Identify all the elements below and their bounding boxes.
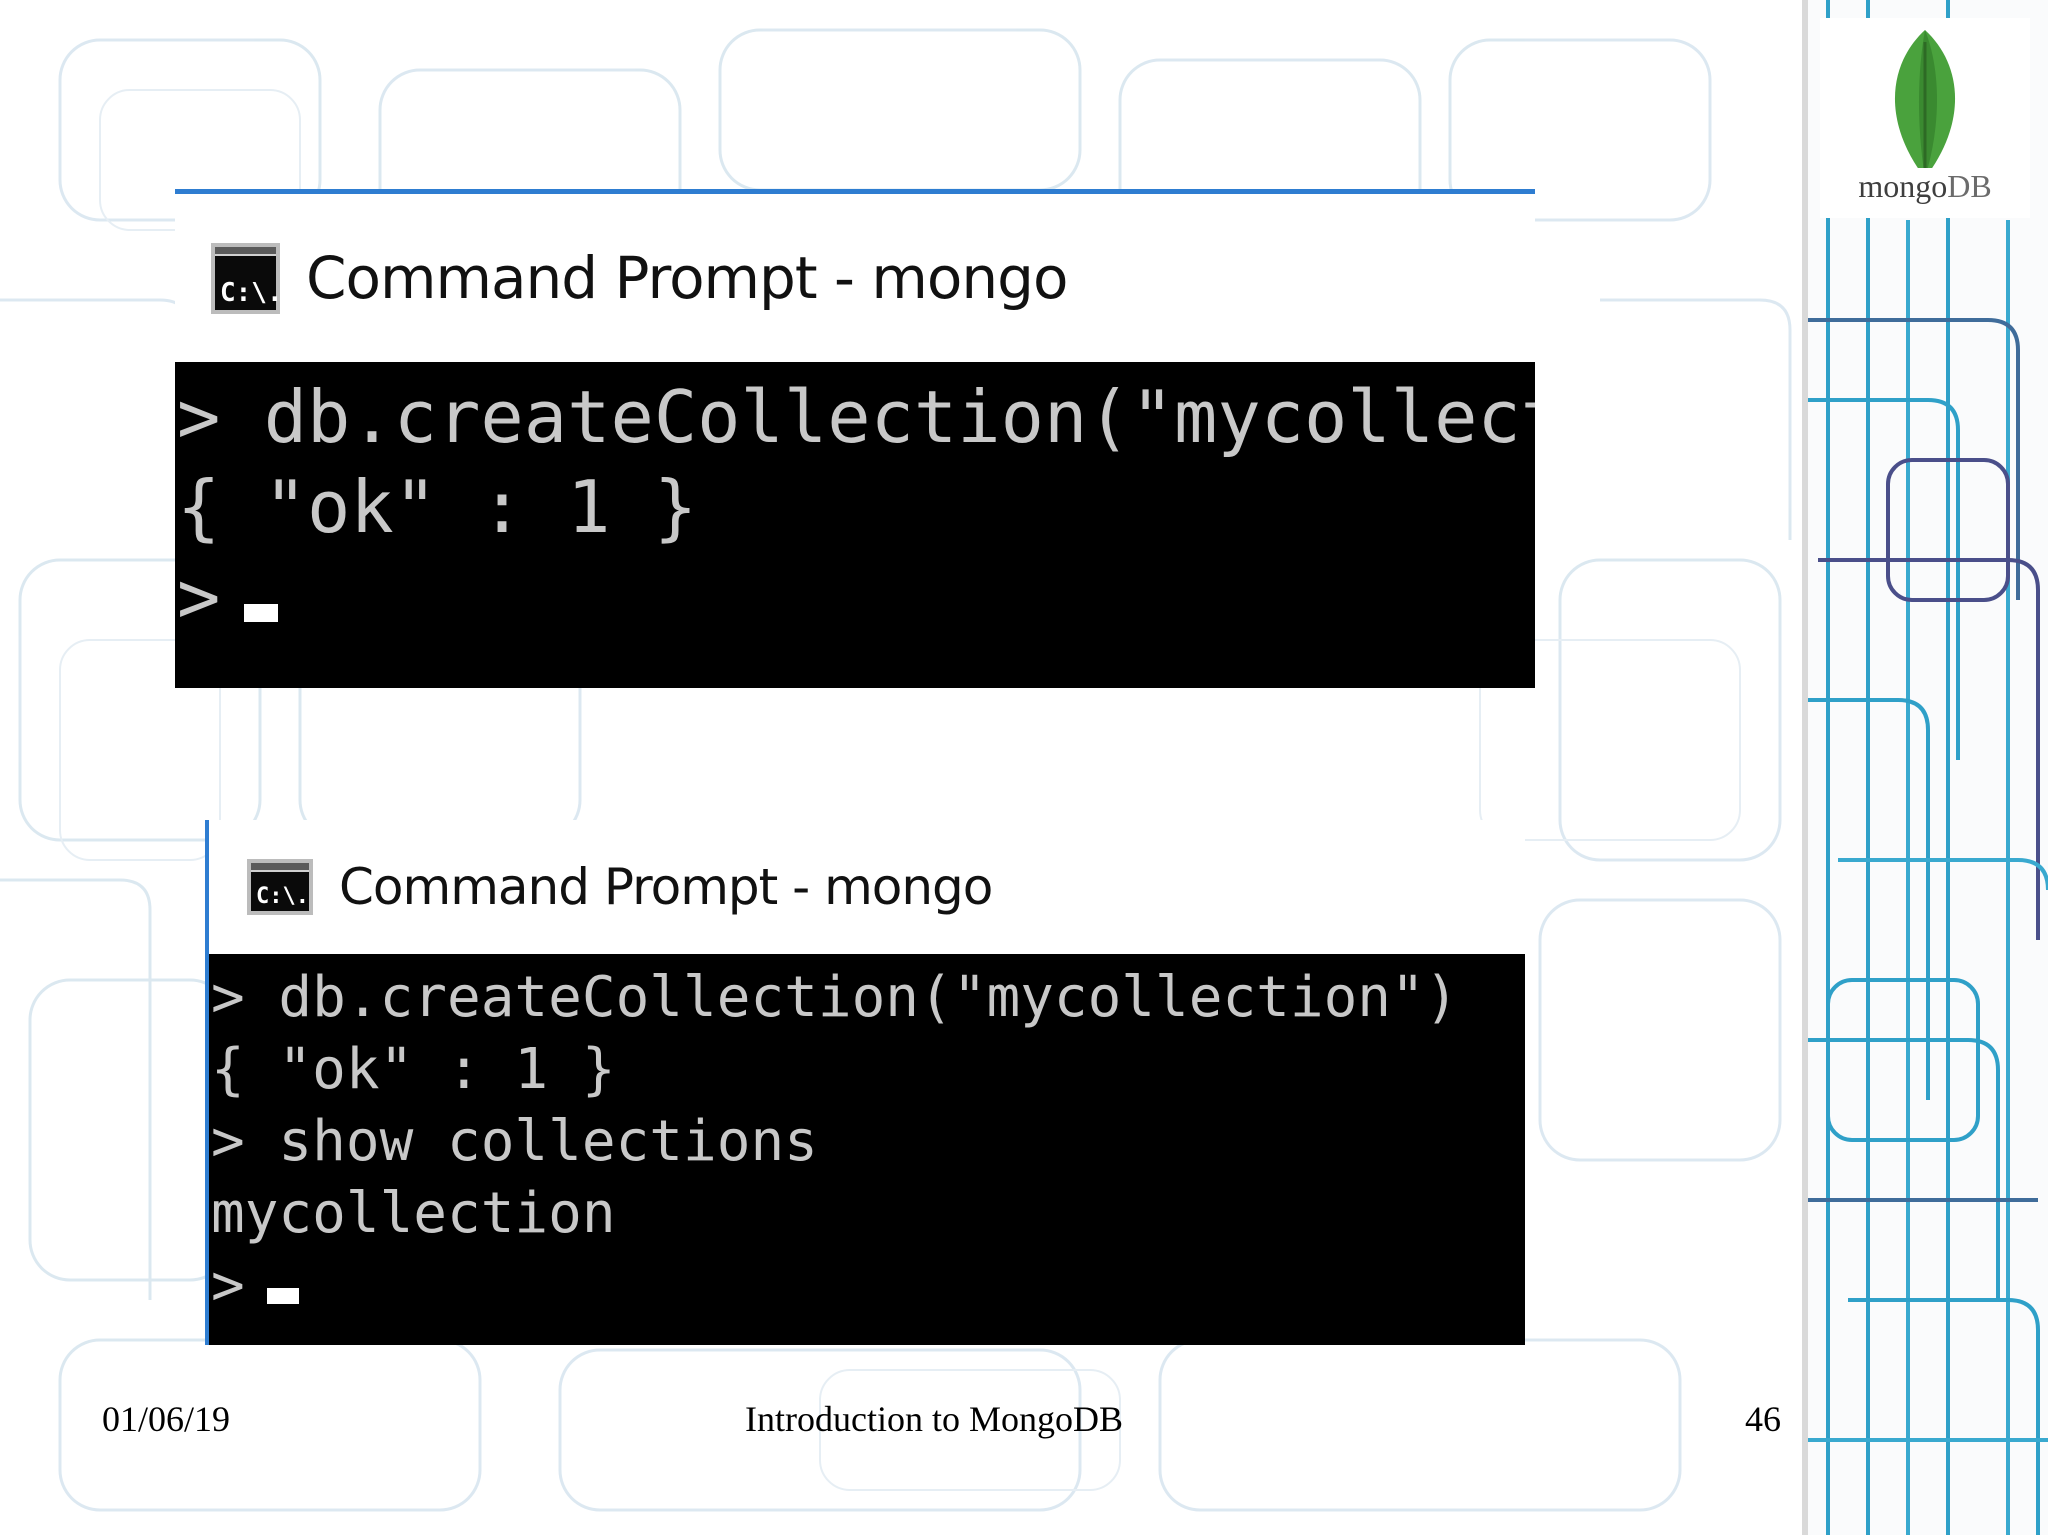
footer-title: Introduction to MongoDB xyxy=(745,1399,1123,1439)
console-line: { "ok" : 1 } xyxy=(177,465,698,549)
console-output[interactable]: > db.createCollection("mycollection") { … xyxy=(209,954,1525,1345)
console-line: > db.createCollection("mycollection") xyxy=(177,375,1535,459)
console-line: { "ok" : 1 } xyxy=(211,1037,616,1102)
window-title: Command Prompt - mongo xyxy=(306,244,1068,312)
decorative-side-panel xyxy=(1802,0,2048,1535)
window-titlebar: C:\. Command Prompt - mongo xyxy=(175,194,1535,362)
text-cursor xyxy=(266,1288,299,1304)
console-prompt: > xyxy=(177,555,221,639)
console-prompt: > xyxy=(211,1253,245,1318)
console-line: > db.createCollection("mycollection") xyxy=(211,965,1459,1030)
text-cursor xyxy=(244,604,279,622)
mongodb-leaf-icon xyxy=(1894,30,1956,178)
logo-word-db: DB xyxy=(1947,168,1992,204)
window-titlebar: C:\. Command Prompt - mongo xyxy=(209,820,1525,954)
icon-label: C:\. xyxy=(220,277,283,308)
circuit-lines-decoration xyxy=(1808,0,2048,1535)
logo-word-mongo: mongo xyxy=(1858,168,1948,204)
mongodb-logo: mongoDB xyxy=(1820,18,2030,218)
command-prompt-window-2: C:\. Command Prompt - mongo > db.createC… xyxy=(205,820,1525,1345)
command-prompt-window-1: C:\. Command Prompt - mongo > db.createC… xyxy=(175,194,1535,688)
mongodb-wordmark: mongoDB xyxy=(1820,168,2030,205)
footer-page-number: 46 xyxy=(1745,1399,1781,1439)
icon-label: C:\. xyxy=(256,884,309,909)
console-prompt-line: > xyxy=(177,552,1535,642)
console-line: mycollection xyxy=(211,1181,616,1246)
console-line: > show collections xyxy=(211,1109,818,1174)
console-prompt-line: > xyxy=(211,1250,1525,1322)
command-prompt-icon: C:\. xyxy=(247,859,313,915)
console-output[interactable]: > db.createCollection("mycollection") { … xyxy=(175,362,1535,688)
command-prompt-icon: C:\. xyxy=(211,242,283,314)
window-title: Command Prompt - mongo xyxy=(339,858,993,916)
footer-date: 01/06/19 xyxy=(102,1399,231,1439)
